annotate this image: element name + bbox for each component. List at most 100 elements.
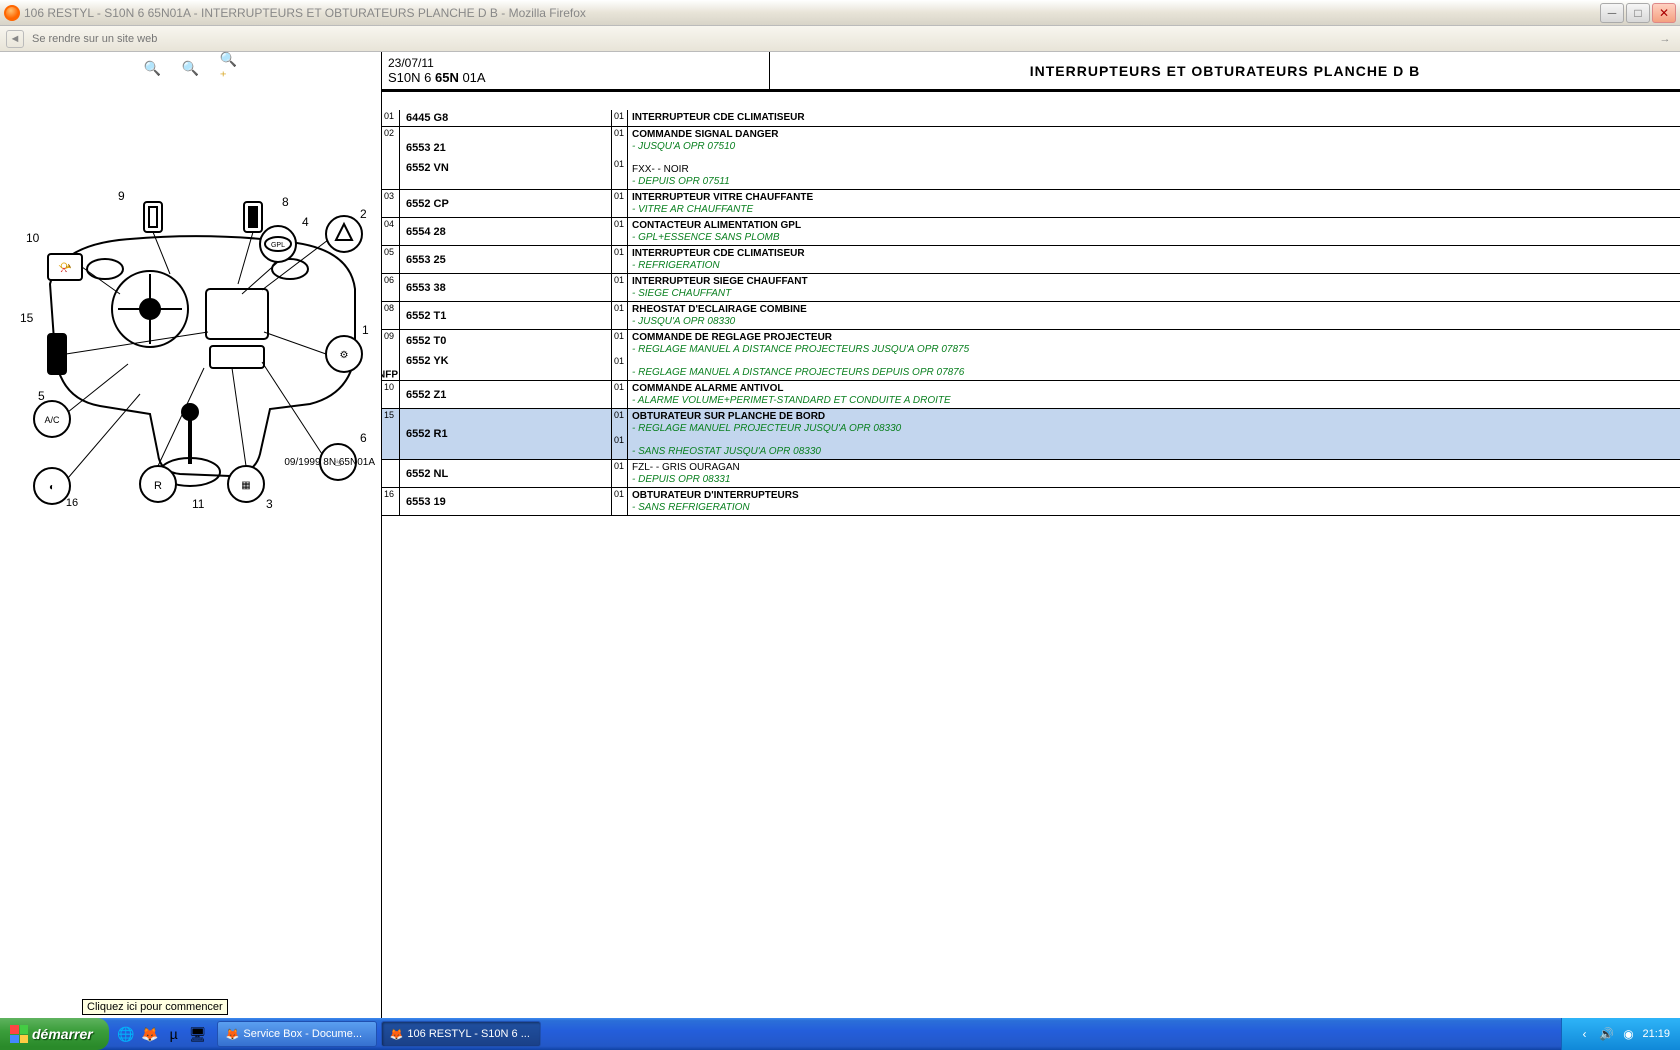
row-number [382,460,400,487]
nav-go-button[interactable]: → [1656,30,1674,48]
part-reference: 6552 R1 [400,409,612,459]
svg-text:9: 9 [118,189,125,203]
dashboard-diagram[interactable]: ⚙ ▦ GPL A/C ♨ ◐ [10,114,370,514]
minimize-button[interactable]: ─ [1600,3,1624,23]
row-number: 04 [382,218,400,245]
show-desktop-icon[interactable]: 🖥 [187,1023,209,1045]
maximize-button[interactable]: □ [1626,3,1650,23]
parts-row[interactable]: 026553 216552 VN0101COMMANDE SIGNAL DANG… [382,127,1680,190]
row-number: 03 [382,190,400,217]
parts-row[interactable]: 036552 CP01INTERRUPTEUR VITRE CHAUFFANTE… [382,190,1680,218]
taskbar-task-button[interactable]: 🦊Service Box - Docume... [217,1021,377,1047]
parts-row[interactable]: 016445 G801INTERRUPTEUR CDE CLIMATISEUR [382,110,1680,127]
row-number: 15 [382,409,400,459]
firefox-ql-icon[interactable]: 🦊 [139,1023,161,1045]
part-description: OBTURATEUR SUR PLANCHE DE BORD- REGLAGE … [628,409,1680,459]
row-number: 01 [382,110,400,126]
part-quantity: 01 [612,110,628,126]
part-quantity: 01 [612,274,628,301]
system-tray: ‹ 🔊 ◉ 21:19 [1561,1018,1680,1050]
part-quantity: 01 [612,302,628,329]
taskbar: démarrer 🌐 🦊 µ 🖥 🦊Service Box - Docume..… [0,1018,1680,1050]
part-reference: 6552 Z1 [400,381,612,408]
diagram-caption: 09/1999 8N 65N01A [284,457,375,468]
zoom-in-icon[interactable]: 🔍 [144,59,162,77]
zoom-reset-icon[interactable]: 🔍⁺ [220,59,238,77]
part-quantity: 0101 [612,409,628,459]
svg-text:GPL: GPL [271,242,285,249]
svg-text:R: R [154,480,162,492]
window-titlebar: 106 RESTYL - S10N 6 65N01A - INTERRUPTEU… [0,0,1680,26]
taskbar-task-button[interactable]: 🦊106 RESTYL - S10N 6 ... [381,1021,541,1047]
parts-row[interactable]: 106552 Z101COMMANDE ALARME ANTIVOL- ALAR… [382,381,1680,409]
start-tooltip: Cliquez ici pour commencer [82,999,228,1015]
firefox-icon [4,5,20,21]
content-area: 🔍 🔍 🔍⁺ [0,52,1680,1018]
parts-row[interactable]: 096552 T06552 YKNFP0101COMMANDE DE REGLA… [382,330,1680,381]
part-quantity: 01 [612,246,628,273]
zoom-out-icon[interactable]: 🔍 [182,59,200,77]
tray-volume-icon[interactable]: ◉ [1620,1026,1636,1042]
parts-panel: 23/07/11 S10N 6 65N 01A INTERRUPTEURS ET… [382,52,1680,1018]
utorrent-icon[interactable]: µ [163,1023,185,1045]
part-reference: 6552 T1 [400,302,612,329]
tray-network-icon[interactable]: 🔊 [1598,1026,1614,1042]
tray-expand-icon[interactable]: ‹ [1576,1026,1592,1042]
part-description: COMMANDE ALARME ANTIVOL- ALARME VOLUME+P… [628,381,1680,408]
part-quantity: 01 [612,190,628,217]
part-description: COMMANDE SIGNAL DANGER- JUSQU'A OPR 0751… [628,127,1680,189]
svg-text:6: 6 [360,431,367,445]
part-description: INTERRUPTEUR CDE CLIMATISEUR- REFRIGERAT… [628,246,1680,273]
windows-logo-icon [10,1025,28,1043]
ie-icon[interactable]: 🌐 [115,1023,137,1045]
part-reference: 6553 216552 VN [400,127,612,189]
url-input[interactable] [28,30,1652,48]
part-reference: 6554 28 [400,218,612,245]
part-quantity: 01 [612,460,628,487]
parts-row[interactable]: 066553 3801INTERRUPTEUR SIEGE CHAUFFANT-… [382,274,1680,302]
svg-text:📯: 📯 [58,262,72,274]
parts-row[interactable]: 086552 T101RHEOSTAT D'ECLAIRAGE COMBINE-… [382,302,1680,330]
row-number: 16 [382,488,400,515]
header-title: INTERRUPTEURS ET OBTURATEURS PLANCHE D B [770,52,1680,89]
parts-row[interactable]: 6552 NL01FZL- - GRIS OURAGAN- DEPUIS OPR… [382,460,1680,488]
quick-launch: 🌐 🦊 µ 🖥 [109,1023,215,1045]
part-description: OBTURATEUR D'INTERRUPTEURS- SANS REFRIGE… [628,488,1680,515]
svg-text:4: 4 [302,215,309,229]
row-number: 06 [382,274,400,301]
nav-back-button[interactable]: ◄ [6,30,24,48]
part-description: INTERRUPTEUR CDE CLIMATISEUR [628,110,1680,126]
row-number: 02 [382,127,400,189]
task-firefox-icon: 🦊 [390,1028,404,1041]
start-button[interactable]: démarrer [0,1018,109,1050]
part-quantity: 01 [612,381,628,408]
svg-text:16: 16 [66,497,78,509]
part-quantity: 0101 [612,127,628,189]
parts-header: 23/07/11 S10N 6 65N 01A INTERRUPTEURS ET… [382,52,1680,92]
task-firefox-icon: 🦊 [226,1028,240,1041]
parts-row[interactable]: 046554 2801CONTACTEUR ALIMENTATION GPL- … [382,218,1680,246]
parts-row[interactable]: 056553 2501INTERRUPTEUR CDE CLIMATISEUR-… [382,246,1680,274]
svg-text:11: 11 [192,497,205,511]
part-reference: 6552 NL [400,460,612,487]
part-reference: 6553 19 [400,488,612,515]
part-quantity: 01 [612,488,628,515]
parts-row[interactable]: 166553 1901OBTURATEUR D'INTERRUPTEURS- S… [382,488,1680,516]
parts-table: 016445 G801INTERRUPTEUR CDE CLIMATISEUR0… [382,110,1680,1018]
part-description: FZL- - GRIS OURAGAN- DEPUIS OPR 08331 [628,460,1680,487]
part-description: INTERRUPTEUR SIEGE CHAUFFANT- SIEGE CHAU… [628,274,1680,301]
row-number: 10 [382,381,400,408]
svg-text:10: 10 [26,231,40,245]
parts-row[interactable]: 156552 R10101OBTURATEUR SUR PLANCHE DE B… [382,409,1680,460]
zoom-toolbar: 🔍 🔍 🔍⁺ [0,52,381,84]
part-description: CONTACTEUR ALIMENTATION GPL- GPL+ESSENCE… [628,218,1680,245]
svg-text:A/C: A/C [44,415,60,425]
part-reference: 6552 CP [400,190,612,217]
svg-text:8: 8 [282,195,289,209]
header-code: S10N 6 65N 01A [388,70,763,85]
part-reference: 6445 G8 [400,110,612,126]
row-number: 08 [382,302,400,329]
part-quantity: 01 [612,218,628,245]
part-reference: 6553 25 [400,246,612,273]
close-button[interactable]: ✕ [1652,3,1676,23]
